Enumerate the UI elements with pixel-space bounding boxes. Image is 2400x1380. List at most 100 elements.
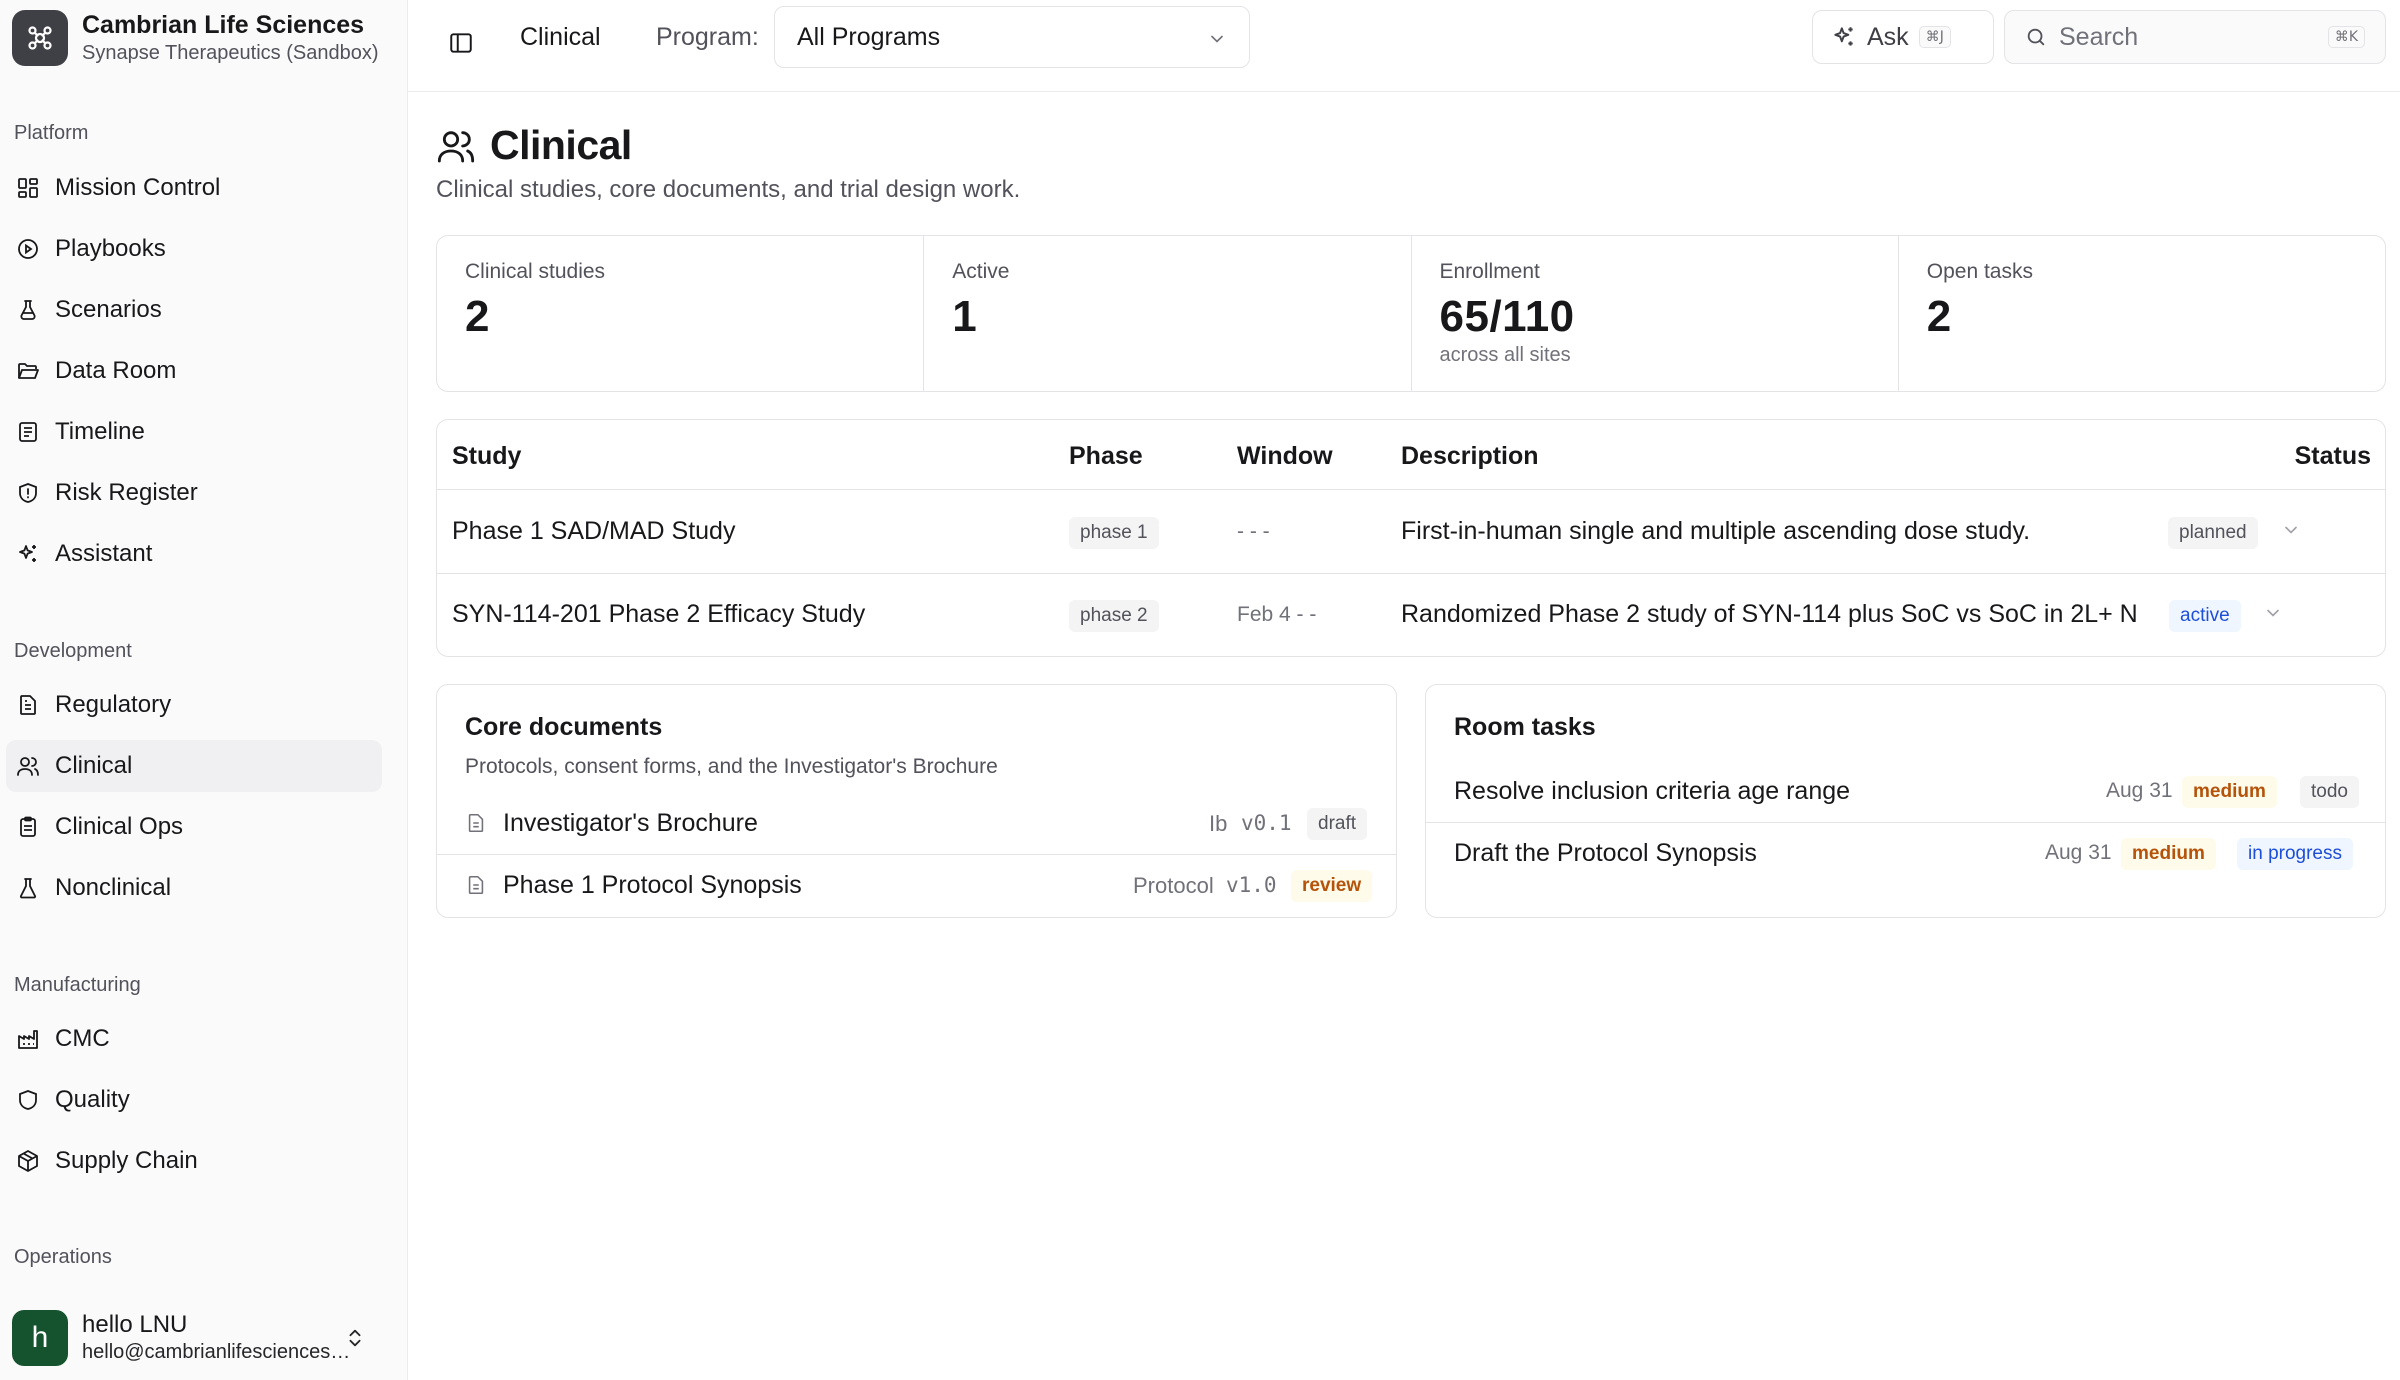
document-version: v0.1	[1241, 811, 1292, 835]
stat-label: Open tasks	[1926, 260, 2033, 283]
grid-icon	[15, 175, 41, 201]
chevron-down-icon	[1207, 29, 1227, 49]
chevron-down-icon[interactable]	[2263, 603, 2283, 623]
document-type: Ib	[1209, 811, 1228, 836]
stat-value: 2	[1926, 292, 1952, 341]
file-text-icon	[15, 692, 41, 718]
study-description: First-in-human single and multiple ascen…	[1401, 517, 2031, 545]
study-window: Feb 4 - -	[1237, 603, 1317, 626]
stat-label: Active	[952, 260, 1010, 283]
user-name: hello LNU	[82, 1311, 188, 1338]
card-subtitle: Protocols, consent forms, and the Invest…	[465, 755, 998, 778]
sidebar-item-label: Regulatory	[55, 691, 172, 718]
document-version: v1.0	[1226, 873, 1277, 897]
search-icon	[2025, 26, 2047, 48]
page-title: Clinical	[490, 122, 632, 168]
stat-enrollment: Enrollment 65/110 across all sites	[1412, 236, 1899, 391]
task-row[interactable]: Resolve inclusion criteria age range Aug…	[1426, 761, 2385, 823]
file-icon	[465, 873, 487, 897]
stat-value: 1	[952, 292, 978, 341]
task-row[interactable]: Draft the Protocol Synopsis Aug 31 mediu…	[1426, 823, 2385, 885]
file-icon	[465, 811, 487, 835]
sidebar-item-scenarios[interactable]: Scenarios	[6, 284, 382, 336]
user-menu[interactable]: h hello LNU hello@cambrianlifesciences.c…	[12, 1308, 396, 1368]
sidebar-item-regulatory[interactable]: Regulatory	[6, 679, 382, 731]
sidebar-item-timeline[interactable]: Timeline	[6, 406, 382, 458]
studies-table: Study Phase Window Description Status Ph…	[436, 419, 2386, 657]
org-name: Cambrian Life Sciences	[82, 11, 365, 39]
column-header-window: Window	[1237, 442, 1333, 470]
flask-icon	[15, 297, 41, 323]
sidebar-item-nonclinical[interactable]: Nonclinical	[6, 862, 382, 914]
stat-value: 2	[465, 292, 490, 341]
org-switcher[interactable]: Cambrian Life Sciences Synapse Therapeut…	[12, 8, 396, 68]
sidebar-item-label: Clinical Ops	[55, 813, 184, 840]
program-select-value: All Programs	[797, 22, 941, 51]
column-header-phase: Phase	[1069, 442, 1143, 470]
room-tasks-card: Room tasks Resolve inclusion criteria ag…	[1425, 684, 2386, 918]
sidebar-item-mission-control[interactable]: Mission Control	[6, 162, 382, 214]
sidebar-item-clinical[interactable]: Clinical	[6, 740, 382, 792]
study-name: SYN-114-201 Phase 2 Efficacy Study	[452, 600, 866, 628]
stat-note: across all sites	[1439, 344, 1571, 366]
sidebar-item-label: Assistant	[55, 540, 153, 567]
sidebar-item-label: Nonclinical	[55, 874, 172, 901]
task-status-badge: in progress	[2237, 838, 2353, 870]
document-row[interactable]: Phase 1 Protocol Synopsis Protocol v1.0 …	[437, 855, 1396, 917]
document-row[interactable]: Investigator's Brochure Ib v0.1 draft	[437, 793, 1396, 855]
phase-badge: phase 1	[1069, 517, 1159, 549]
sidebar-toggle-button[interactable]	[440, 22, 482, 64]
sidebar-item-risk-register[interactable]: Risk Register	[6, 467, 382, 519]
stat-clinical-studies: Clinical studies 2	[437, 236, 925, 391]
factory-icon	[15, 1026, 41, 1052]
program-label: Program:	[656, 23, 759, 51]
study-description: Randomized Phase 2 study of SYN-114 plus…	[1401, 600, 2137, 628]
chevron-down-icon[interactable]	[2281, 520, 2301, 540]
sidebar-item-clinical-ops[interactable]: Clinical Ops	[6, 801, 382, 853]
sidebar-item-assistant[interactable]: Assistant	[6, 528, 382, 580]
sidebar-item-label: Mission Control	[55, 174, 221, 201]
table-header: Study Phase Window Description Status	[437, 420, 2385, 490]
sidebar-item-data-room[interactable]: Data Room	[6, 345, 382, 397]
search-placeholder: Search	[2059, 22, 2139, 51]
sidebar-item-quality[interactable]: Quality	[6, 1074, 382, 1126]
shield-alert-icon	[15, 480, 41, 506]
sidebar-item-label: Playbooks	[55, 235, 166, 262]
sidebar: Cambrian Life Sciences Synapse Therapeut…	[0, 0, 408, 1380]
ask-button[interactable]: Ask ⌘J	[1812, 10, 1994, 64]
shield-icon	[15, 1087, 41, 1113]
section-label-manufacturing: Manufacturing	[14, 974, 141, 996]
stat-label: Enrollment	[1439, 260, 1540, 283]
stat-open-tasks: Open tasks 2	[1899, 236, 2385, 391]
status-badge[interactable]: active	[2169, 600, 2241, 632]
table-row[interactable]: Phase 1 SAD/MAD Study phase 1 - - - Firs…	[437, 490, 2385, 574]
column-header-status: Status	[2294, 442, 2371, 470]
study-window: - - -	[1237, 520, 1270, 543]
program-select[interactable]: All Programs	[774, 6, 1250, 68]
card-title: Core documents	[465, 713, 663, 741]
status-badge[interactable]: planned	[2168, 517, 2258, 549]
section-label-platform: Platform	[14, 122, 89, 144]
sidebar-item-playbooks[interactable]: Playbooks	[6, 223, 382, 275]
column-header-description: Description	[1401, 442, 1539, 470]
sidebar-item-supply-chain[interactable]: Supply Chain	[6, 1135, 382, 1187]
beaker-icon	[15, 875, 41, 901]
search-input[interactable]: Search ⌘K	[2004, 10, 2386, 64]
page-header: Clinical	[436, 122, 632, 169]
stat-active: Active 1	[924, 236, 1412, 391]
table-row[interactable]: SYN-114-201 Phase 2 Efficacy Study phase…	[437, 574, 2385, 656]
section-label-operations: Operations	[14, 1246, 112, 1268]
study-name: Phase 1 SAD/MAD Study	[452, 517, 736, 545]
sidebar-item-cmc[interactable]: CMC	[6, 1013, 382, 1065]
sidebar-item-label: Clinical	[55, 752, 133, 779]
sidebar-item-label: Scenarios	[55, 296, 162, 323]
sidebar-item-label: CMC	[55, 1025, 110, 1052]
document-status-badge: draft	[1307, 808, 1368, 840]
sidebar-item-label: Supply Chain	[55, 1147, 198, 1174]
task-due-date: Aug 31	[2045, 841, 2112, 864]
document-name: Phase 1 Protocol Synopsis	[503, 871, 802, 899]
sidebar-item-label: Data Room	[55, 357, 177, 384]
task-status-badge: todo	[2300, 776, 2359, 808]
section-label-development: Development	[14, 640, 132, 662]
card-title: Room tasks	[1454, 713, 1596, 741]
